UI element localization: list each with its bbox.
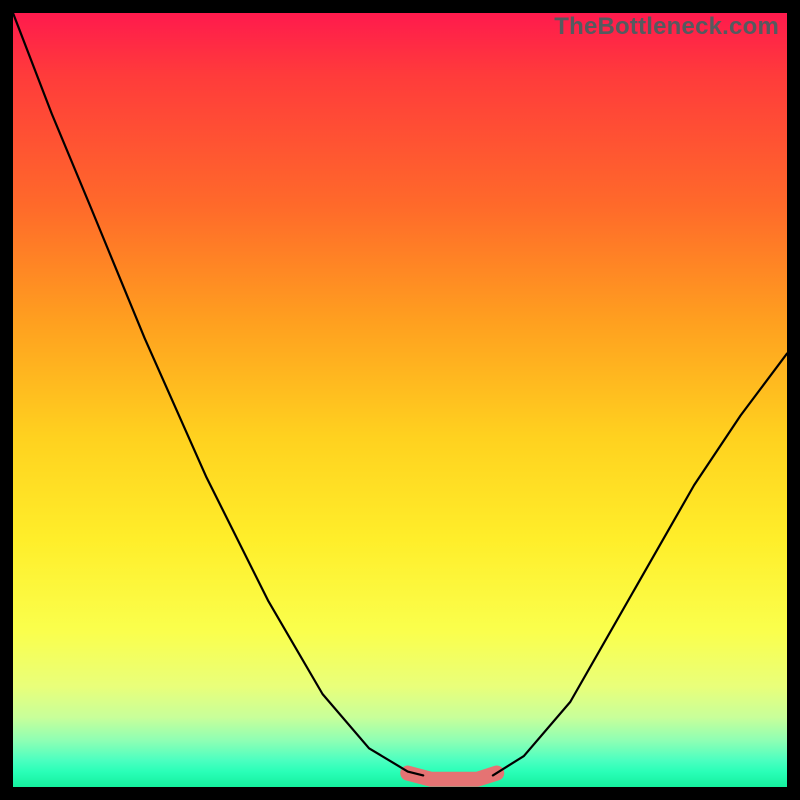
chart-frame: TheBottleneck.com	[13, 13, 787, 787]
chart-svg	[13, 13, 787, 787]
series-left-curve	[13, 13, 423, 775]
series-right-curve	[493, 354, 787, 776]
